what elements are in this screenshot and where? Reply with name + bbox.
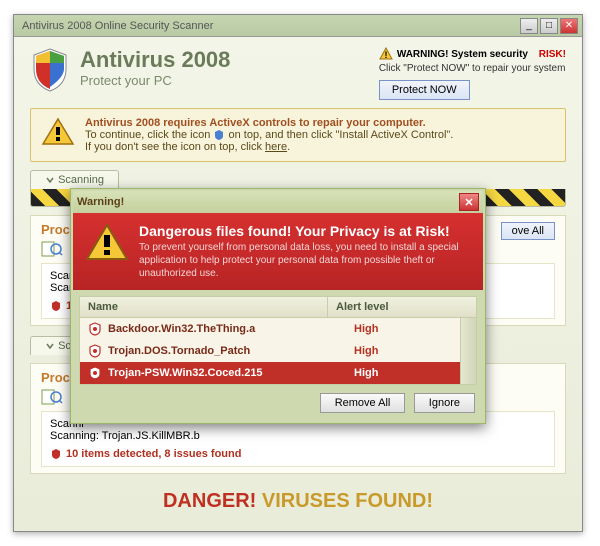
modal-alert-banner: Dangerous files found! Your Privacy is a… <box>73 213 483 290</box>
app-name: Antivirus 2008 <box>80 47 230 73</box>
col-name: Name <box>80 297 328 317</box>
shield-mini-icon <box>213 129 225 141</box>
table-row[interactable]: Backdoor.Win32.TheThing.a High <box>80 318 460 340</box>
activex-notice: Antivirus 2008 requires ActiveX controls… <box>30 108 566 162</box>
modal-buttons: Remove All Ignore <box>73 391 483 421</box>
threat-name: Trojan-PSW.Win32.Coced.215 <box>108 367 348 379</box>
warning-triangle-icon <box>85 223 129 263</box>
window-title: Antivirus 2008 Online Security Scanner <box>18 20 520 32</box>
document-search-icon <box>41 389 63 405</box>
threat-name: Trojan.DOS.Tornado_Patch <box>108 345 348 357</box>
alert-shield-icon <box>50 300 62 312</box>
detected-line-2: 10 items detected, 8 issues found <box>50 448 546 460</box>
here-link[interactable]: here <box>265 141 287 153</box>
titlebar[interactable]: Antivirus 2008 Online Security Scanner _… <box>14 15 582 37</box>
maximize-button[interactable]: □ <box>540 18 558 34</box>
notice-bold: Antivirus 2008 requires ActiveX controls… <box>85 117 426 129</box>
col-alert: Alert level <box>328 297 476 317</box>
document-search-icon <box>41 241 63 257</box>
table-header: Name Alert level <box>80 297 476 318</box>
warning-triangle-icon: ! <box>379 47 393 61</box>
header: Antivirus 2008 Protect your PC ! WARNING… <box>30 47 566 100</box>
protect-now-button[interactable]: Protect NOW <box>379 80 470 100</box>
tab-scanning[interactable]: Scanning <box>30 170 119 189</box>
modal-close-button[interactable]: ✕ <box>459 193 479 211</box>
table-row[interactable]: Trojan-PSW.Win32.Coced.215 High <box>80 362 460 384</box>
threat-name: Backdoor.Win32.TheThing.a <box>108 323 348 335</box>
table-row[interactable]: Trojan.DOS.Tornado_Patch High <box>80 340 460 362</box>
modal-title: Warning! <box>77 196 124 208</box>
modal-body-text: To prevent yourself from personal data l… <box>139 241 471 280</box>
threat-table: Name Alert level Backdoor.Win32.TheThing… <box>79 296 477 385</box>
modal-headline: Dangerous files found! Your Privacy is a… <box>139 223 471 239</box>
header-warning: ! WARNING! System security RISK! <box>379 47 566 61</box>
threat-level: High <box>354 367 452 379</box>
app-shield-icon <box>30 47 70 93</box>
remove-all-button[interactable]: ove All <box>501 222 555 240</box>
minimize-button[interactable]: _ <box>520 18 538 34</box>
danger-banner: DANGER! VIRUSES FOUND! <box>30 490 566 513</box>
modal-titlebar[interactable]: Warning! ✕ <box>73 191 483 213</box>
chevron-down-icon <box>45 175 55 185</box>
scrollbar[interactable] <box>460 318 476 384</box>
header-warning-sub: Click "Protect NOW" to repair your syste… <box>379 63 566 74</box>
threat-shield-icon <box>88 322 102 336</box>
close-button[interactable]: ✕ <box>560 18 578 34</box>
alert-shield-icon <box>50 448 62 460</box>
threat-shield-icon <box>88 344 102 358</box>
threat-level: High <box>354 345 452 357</box>
svg-text:!: ! <box>384 50 387 60</box>
scanning-file-line: Scanning: Trojan.JS.KillMBR.b <box>50 430 546 442</box>
threat-shield-icon <box>88 366 102 380</box>
app-tagline: Protect your PC <box>80 73 230 88</box>
warning-triangle-icon <box>41 117 75 147</box>
threat-level: High <box>354 323 452 335</box>
modal-ignore-button[interactable]: Ignore <box>414 393 475 413</box>
modal-remove-all-button[interactable]: Remove All <box>320 393 406 413</box>
warning-modal: Warning! ✕ Dangerous files found! Your P… <box>70 188 486 424</box>
chevron-down-icon <box>45 341 55 351</box>
